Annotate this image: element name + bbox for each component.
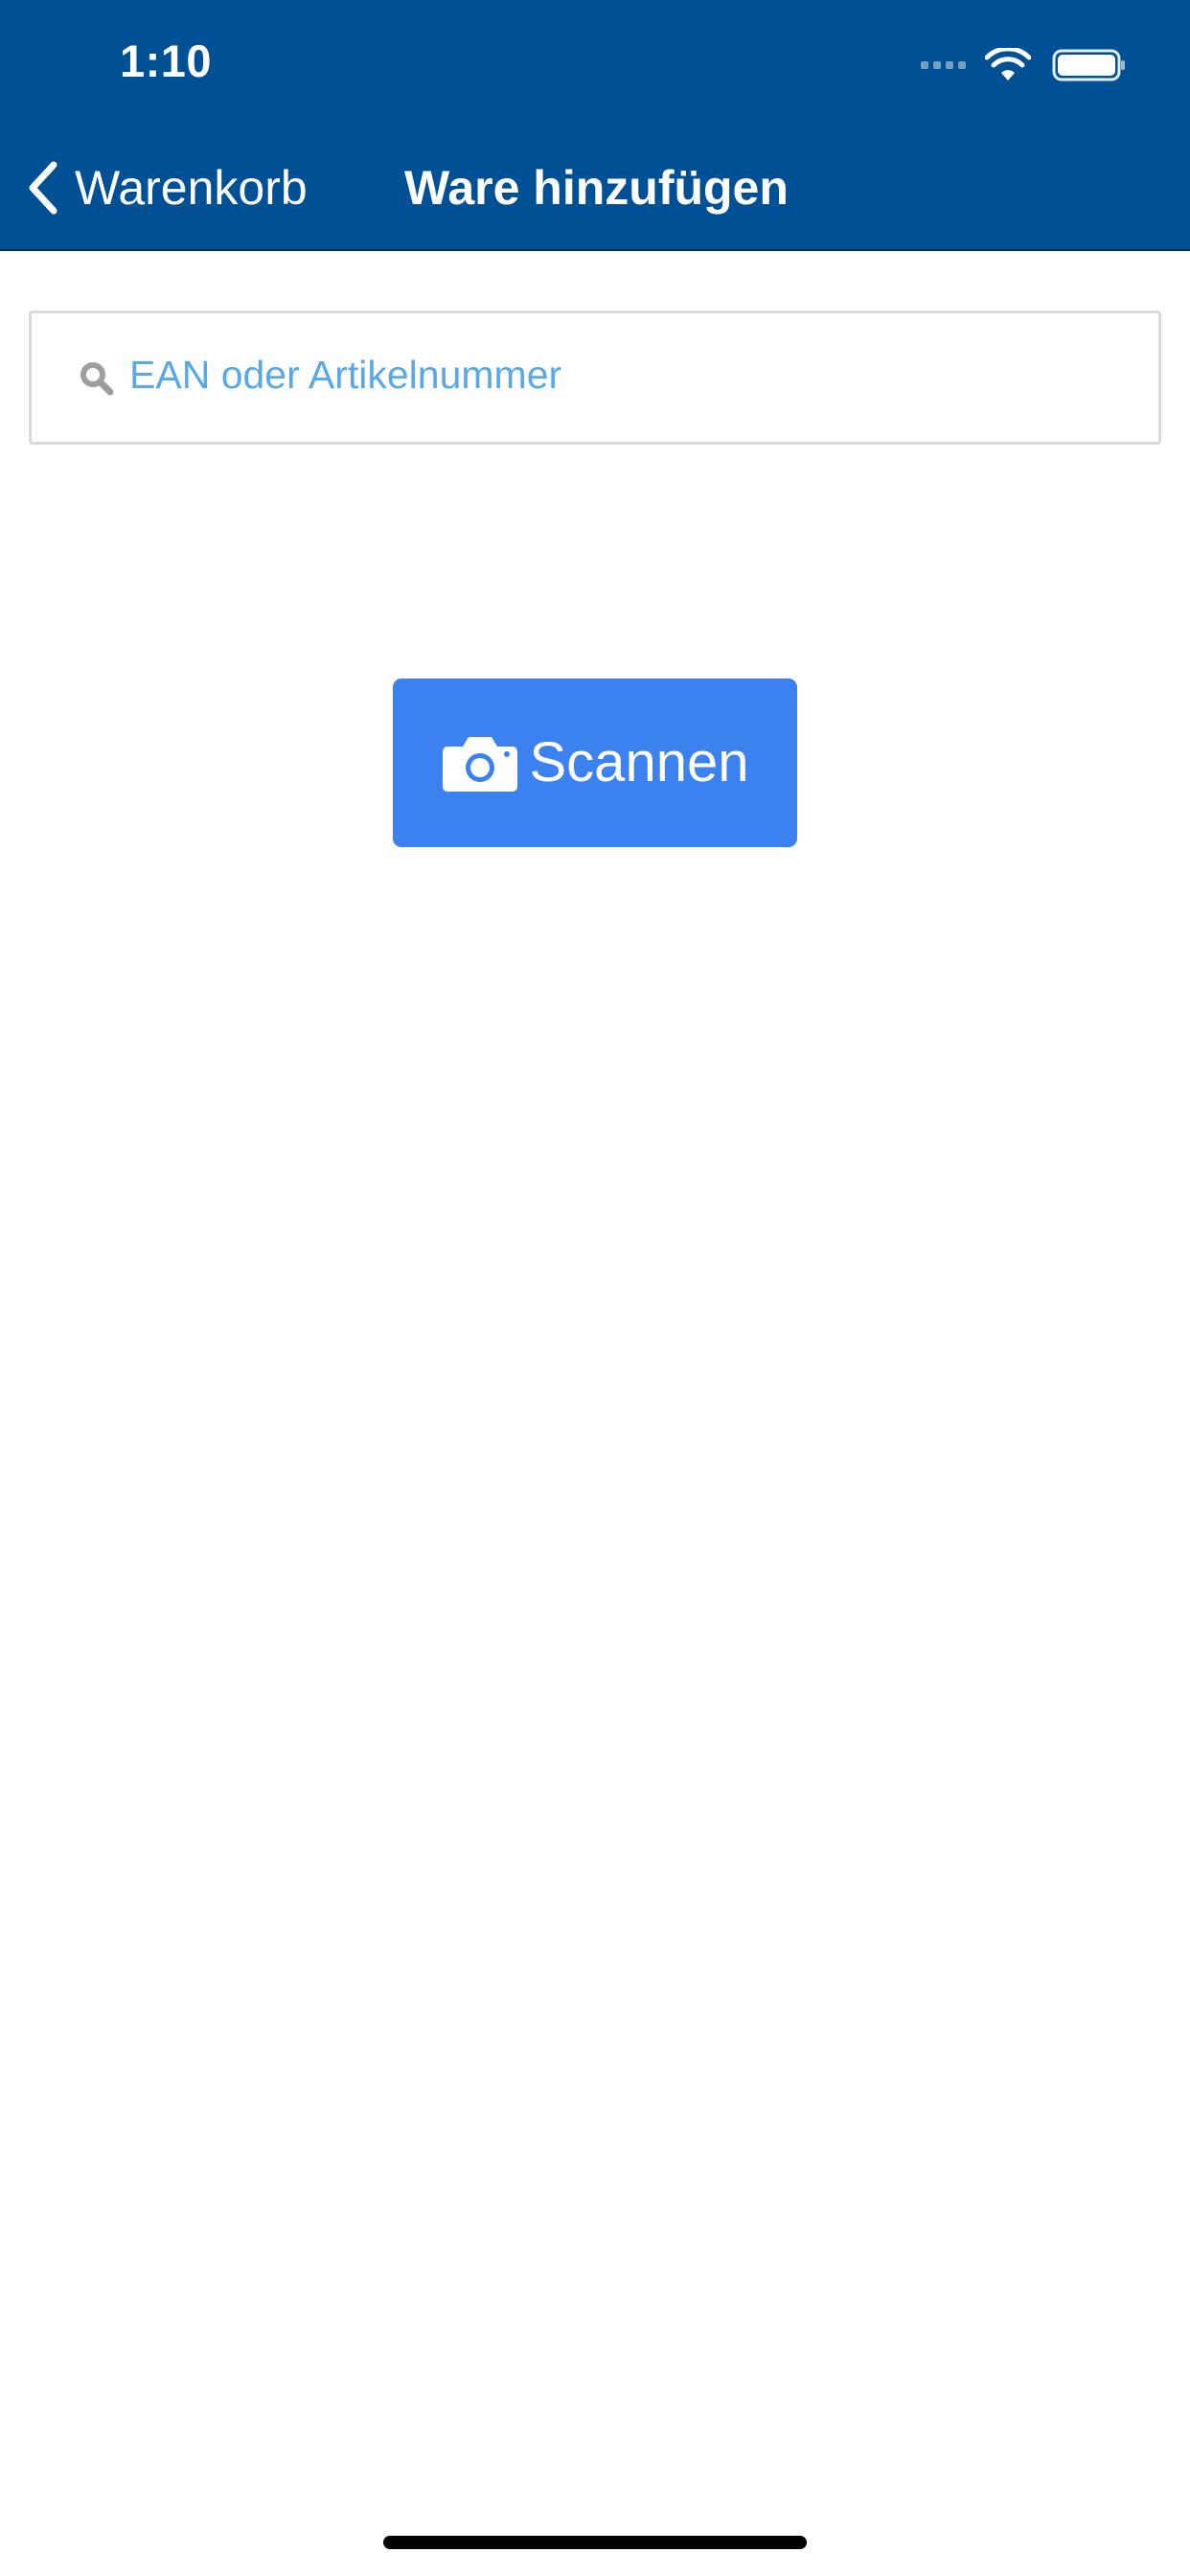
wifi-icon — [985, 48, 1031, 80]
scan-button[interactable]: Scannen — [393, 678, 797, 847]
battery-icon — [1052, 49, 1125, 81]
search-field[interactable] — [29, 310, 1161, 445]
status-time: 1:10 — [120, 35, 213, 86]
scan-button-label: Scannen — [529, 731, 749, 794]
home-indicator[interactable] — [383, 2536, 807, 2549]
back-button[interactable]: Warenkorb — [23, 153, 308, 222]
search-icon — [80, 362, 114, 396]
signal-icon — [921, 61, 966, 69]
search-input[interactable] — [129, 340, 1126, 409]
page-title: Ware hinzufügen — [404, 161, 789, 215]
chevron-left-icon — [29, 161, 57, 215]
status-icons — [921, 46, 1127, 84]
navigation-header: 1:10 Warenkorb Ware hinzufügen — [0, 0, 1190, 251]
back-label: Warenkorb — [75, 161, 308, 215]
camera-icon — [442, 737, 517, 792]
